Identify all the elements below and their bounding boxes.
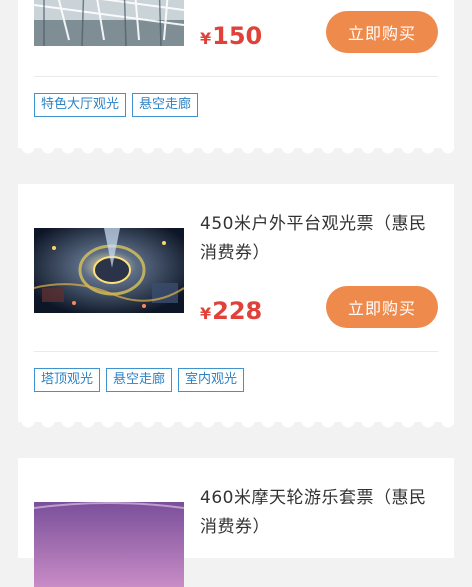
buy-now-button[interactable]: 立即购买 xyxy=(326,11,438,53)
divider xyxy=(34,351,438,352)
observation-hall-image xyxy=(34,0,184,46)
ferris-wheel-image xyxy=(34,502,184,587)
ticket-price: ¥150 xyxy=(200,22,262,50)
ticket-card[interactable]: 460米摩天轮游乐套票（惠民消费券） xyxy=(18,458,454,587)
tag: 室内观光 xyxy=(178,368,245,392)
ticket-card[interactable]: 450米户外平台观光票（惠民消费券） ¥228 立即购买 塔顶观光 悬空走廊 室… xyxy=(18,184,454,431)
ticket-thumbnail[interactable] xyxy=(34,228,184,313)
tag-list: 塔顶观光 悬空走廊 室内观光 xyxy=(34,368,245,392)
ticket-thumbnail[interactable] xyxy=(34,502,184,587)
tower-night-aerial-image xyxy=(34,228,184,313)
price-value: 228 xyxy=(212,297,263,325)
card-edge-decoration xyxy=(18,147,454,157)
tag: 悬空走廊 xyxy=(106,368,173,392)
buy-now-button[interactable]: 立即购买 xyxy=(326,286,438,328)
tag: 特色大厅观光 xyxy=(34,93,127,117)
ticket-title[interactable]: 460米摩天轮游乐套票（惠民消费券） xyxy=(200,484,440,542)
currency-symbol: ¥ xyxy=(200,29,212,48)
currency-symbol: ¥ xyxy=(200,304,212,323)
tag-list: 特色大厅观光 悬空走廊 xyxy=(34,93,199,117)
price-value: 150 xyxy=(212,22,263,50)
ticket-price: ¥228 xyxy=(200,297,262,325)
tag: 塔顶观光 xyxy=(34,368,101,392)
ticket-card[interactable]: ¥150 立即购买 特色大厅观光 悬空走廊 xyxy=(18,0,454,157)
ticket-title[interactable]: 450米户外平台观光票（惠民消费券） xyxy=(200,210,440,268)
ticket-thumbnail[interactable] xyxy=(34,0,184,46)
card-edge-decoration xyxy=(18,421,454,431)
tag: 悬空走廊 xyxy=(132,93,199,117)
divider xyxy=(34,76,438,77)
